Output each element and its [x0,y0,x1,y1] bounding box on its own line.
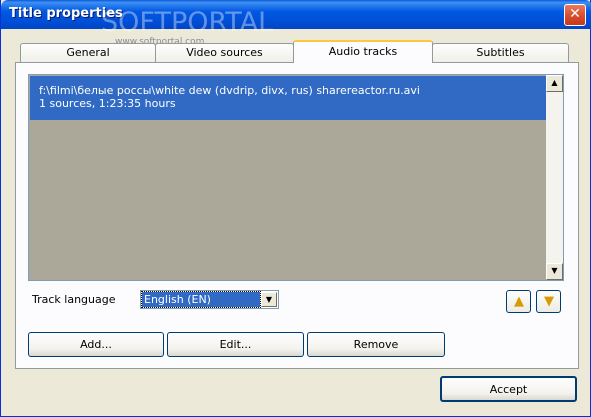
add-button[interactable]: Add... [28,332,164,357]
selected-language: English (EN) [141,291,261,308]
move-up-button[interactable]: ▲ [506,290,531,313]
audio-tracks-list[interactable]: f:\filmi\белые россы\white dew (dvdrip, … [28,74,564,281]
accept-button[interactable]: Accept [440,376,577,402]
tab-subtitles[interactable]: Subtitles [432,43,569,62]
tab-label: Video sources [186,46,263,59]
close-button[interactable]: ✕ [564,4,586,26]
accept-button-label: Accept [489,383,528,396]
move-down-button[interactable]: ▼ [536,290,561,313]
edit-button[interactable]: Edit... [167,332,304,357]
tab-general[interactable]: General [20,43,156,62]
close-icon: ✕ [569,6,581,22]
remove-button[interactable]: Remove [307,332,445,357]
chevron-down-icon[interactable]: ▼ [261,292,277,307]
scroll-down-arrow-icon[interactable]: ▼ [546,263,563,280]
remove-button-label: Remove [353,338,399,351]
add-button-label: Add... [80,338,112,351]
tab-audio-tracks[interactable]: Audio tracks [293,40,433,63]
list-item[interactable]: f:\filmi\белые россы\white dew (dvdrip, … [30,76,546,120]
track-language-select[interactable]: English (EN) ▼ [140,290,279,309]
edit-button-label: Edit... [219,338,252,351]
watermark-logo: SOFTPORTAL [101,7,274,38]
scroll-up-arrow-icon[interactable]: ▲ [546,75,563,92]
arrow-up-icon: ▲ [514,294,524,309]
track-language-label: Track language [32,293,116,306]
tab-label: Audio tracks [328,45,398,58]
dialog-window: Title properties SOFTPORTAL ✕ www.softpo… [0,0,591,417]
tab-label: General [66,46,110,59]
track-info: 1 sources, 1:23:35 hours [39,97,176,110]
tab-video-sources[interactable]: Video sources [155,43,294,62]
track-path: f:\filmi\белые россы\white dew (dvdrip, … [39,84,420,97]
title-bar[interactable]: Title properties SOFTPORTAL ✕ [1,0,591,38]
arrow-down-icon: ▼ [544,294,554,309]
tab-label: Subtitles [476,46,525,59]
vertical-scrollbar[interactable]: ▲ ▼ [546,75,563,280]
